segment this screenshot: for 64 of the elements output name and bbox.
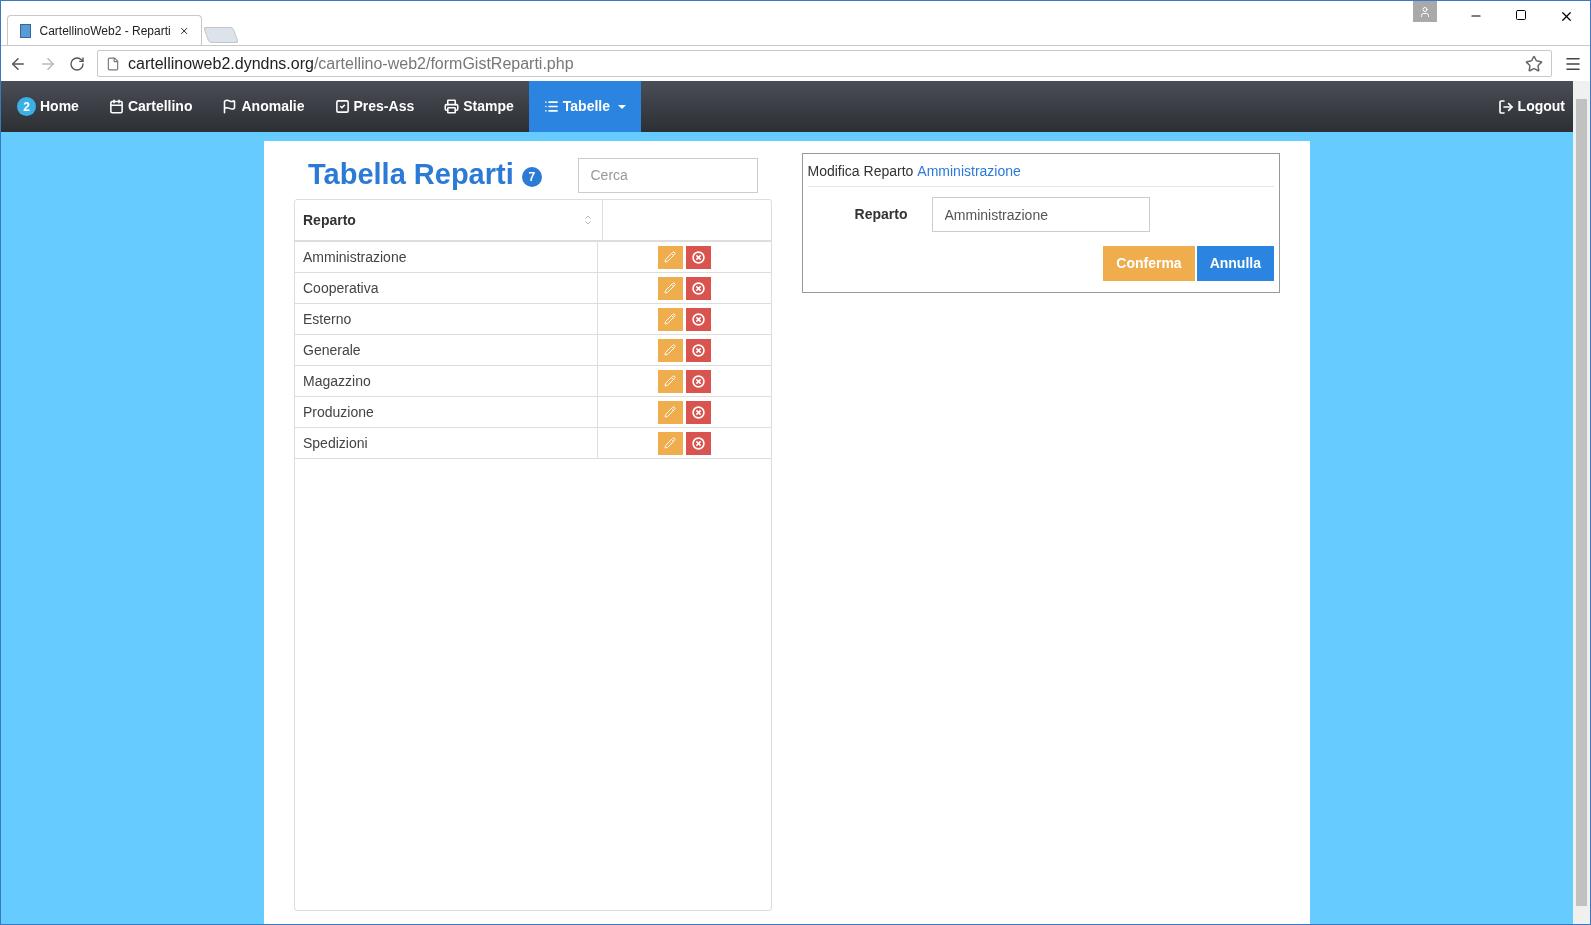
- close-circle-icon: [691, 250, 705, 264]
- pencil-icon: [664, 344, 677, 356]
- pencil-icon: [664, 375, 677, 387]
- delete-button[interactable]: [685, 338, 711, 362]
- url-path: /cartellino-web2/formGistReparti.php: [313, 53, 575, 74]
- url-host: cartellinoweb2.dyndns.org: [128, 53, 314, 74]
- list-icon: [543, 99, 559, 114]
- nav-item[interactable]: Stampe: [429, 81, 529, 132]
- calendar-icon: [108, 99, 124, 114]
- reload-icon[interactable]: [69, 55, 85, 72]
- sort-icon: [582, 214, 594, 226]
- printer-icon: [444, 99, 460, 114]
- close-icon[interactable]: [1559, 9, 1574, 24]
- table-cell: Cooperativa: [295, 273, 598, 303]
- delete-button[interactable]: [685, 431, 711, 455]
- close-circle-icon: [691, 343, 705, 357]
- close-circle-icon: [691, 436, 705, 450]
- address-bar[interactable]: cartellinoweb2.dyndns.org/cartellino-web2/formGistReparti.php: [97, 50, 1552, 77]
- pencil-icon: [664, 437, 677, 449]
- pencil-icon: [664, 406, 677, 418]
- pencil-icon: [664, 313, 677, 325]
- checkbox-icon: [334, 99, 350, 114]
- table-cell: Generale: [295, 335, 598, 365]
- count-badge: 7: [521, 167, 542, 187]
- panel-heading-value: Amministrazione: [917, 162, 1021, 181]
- delete-button[interactable]: [685, 245, 711, 269]
- flag-icon: [222, 99, 238, 114]
- close-circle-icon: [691, 374, 705, 388]
- nav-item[interactable]: Anomalie: [207, 81, 320, 132]
- table-cell: Amministrazione: [295, 242, 598, 272]
- maximize-icon[interactable]: [1515, 9, 1527, 21]
- cancel-button[interactable]: Annulla: [1196, 246, 1274, 281]
- close-circle-icon: [691, 281, 705, 295]
- close-circle-icon: [691, 405, 705, 419]
- field-label: Reparto: [853, 205, 909, 224]
- delete-button[interactable]: [685, 276, 711, 300]
- user-icon-button[interactable]: [1413, 1, 1437, 22]
- page-icon: [106, 56, 120, 71]
- star-icon[interactable]: [1525, 54, 1543, 73]
- nav-item[interactable]: Pres-Ass: [319, 81, 430, 132]
- pencil-icon: [664, 251, 677, 263]
- table-cell: Esterno: [295, 304, 598, 334]
- nav-item[interactable]: Cartellino: [93, 81, 208, 132]
- reparto-field[interactable]: Amministrazione: [931, 197, 1150, 232]
- column-header[interactable]: Reparto: [295, 200, 603, 240]
- table-cell: Magazzino: [295, 366, 598, 396]
- search-field[interactable]: Cerca: [577, 157, 758, 193]
- table-cell: Produzione: [295, 397, 598, 427]
- panel-heading: Modifica Reparto: [807, 162, 914, 181]
- delete-button[interactable]: [685, 307, 711, 331]
- delete-button[interactable]: [685, 400, 711, 424]
- logout-button[interactable]: Logout: [1489, 81, 1573, 132]
- browser-tab[interactable]: CartellinoWeb2 - Reparti: [7, 15, 202, 45]
- pencil-icon: [664, 282, 677, 294]
- close-circle-icon: [691, 312, 705, 326]
- logout-icon: [1497, 98, 1514, 115]
- count-badge: 2: [17, 97, 36, 116]
- delete-button[interactable]: [685, 369, 711, 393]
- nav-item[interactable]: Tabelle: [528, 81, 641, 132]
- nav-item[interactable]: 2 Home: [2, 81, 94, 132]
- table-cell: Spedizioni: [295, 428, 598, 458]
- tab-title: CartellinoWeb2 - Reparti: [39, 22, 171, 40]
- page-title: Tabella Reparti: [308, 157, 514, 193]
- user-icon: [1419, 5, 1431, 18]
